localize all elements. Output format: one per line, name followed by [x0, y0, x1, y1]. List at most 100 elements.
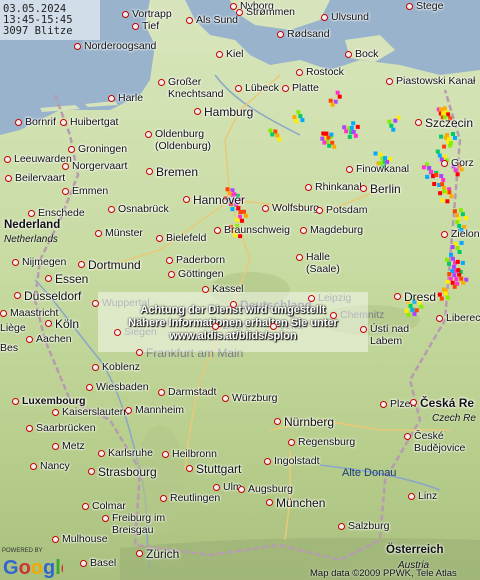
city-dot [183, 196, 190, 203]
city-label-zuerich: Zürich [146, 547, 180, 561]
city-label-czech-re: Czech Re [432, 413, 476, 424]
city-label-augsburg: Augsburg [248, 483, 293, 495]
lightning-strike [439, 174, 444, 178]
city-label-linz: Linz [418, 490, 438, 502]
lightning-strike [404, 308, 409, 313]
city-dot [102, 515, 109, 522]
river-label-alte-donau: Alte Donau [342, 467, 397, 479]
lightning-strike [373, 151, 378, 156]
city-label-rostock: Rostock [306, 66, 344, 78]
lightning-strike [383, 156, 388, 161]
city-dot [122, 11, 129, 18]
lightning-strike [460, 212, 465, 217]
lightning-strike [447, 272, 452, 277]
lightning-strike [445, 279, 450, 284]
city-label-finowkanal: Finowkanal [356, 163, 410, 175]
city-dot [168, 271, 175, 278]
city-label-platte: Platte [292, 82, 319, 94]
lightning-strike [391, 127, 396, 132]
lightning-strike [461, 280, 466, 285]
lightning-strike [324, 131, 329, 136]
city-dot [62, 188, 69, 195]
city-dot [277, 31, 284, 38]
map-copyright[interactable]: Map data ©2009 PPWK, Tele Atlas [310, 568, 457, 579]
city-dot [222, 395, 229, 402]
city-dot [146, 168, 153, 175]
city-label-essen: Essen [55, 272, 89, 286]
lightning-strike [441, 178, 446, 182]
city-label-liberec: Liberec [446, 312, 480, 324]
lightning-strike [355, 124, 360, 129]
city-label-muenster: Münster [105, 227, 143, 239]
lightning-strike [441, 287, 446, 292]
notice-line-3: www.aldis.at/blids/splon [169, 330, 297, 342]
city-dot [236, 9, 243, 16]
lightning-strike [387, 119, 392, 124]
lightning-strike [240, 218, 244, 223]
country-label-nederland: Nederland [4, 219, 61, 231]
city-label-goettingen: Göttingen [178, 268, 224, 280]
city-dot [132, 23, 139, 30]
lightning-strike [421, 165, 426, 170]
google-logo-icon[interactable]: Google [3, 548, 63, 578]
city-dot [52, 443, 59, 450]
lightning-strike [445, 295, 450, 300]
city-label-piastowski: Piastowski Kanał [396, 75, 476, 87]
city-dot [60, 119, 67, 126]
city-dot [212, 323, 219, 330]
city-dot [194, 108, 201, 115]
city-label-tief: Tief [142, 20, 160, 32]
city-label-nancy: Nancy [40, 460, 70, 472]
city-dot [213, 484, 220, 491]
lightning-strike [344, 129, 349, 134]
lightning-strike [455, 220, 460, 224]
city-label-karlsruhe: Karlsruhe [108, 447, 153, 459]
city-dot [408, 493, 415, 500]
city-dot [186, 465, 193, 472]
city-label-nijmegen: Nijmegen [22, 256, 67, 268]
city-dot [78, 261, 85, 268]
lightning-strike [270, 132, 275, 137]
lightning-strike [441, 111, 446, 116]
lightning-strike [332, 144, 337, 149]
city-dot [4, 156, 11, 163]
city-label-bremen: Bremen [156, 165, 199, 179]
city-dot [406, 3, 413, 10]
lightning-strike [437, 292, 442, 297]
city-label-wuerzburg: Würzburg [232, 392, 278, 404]
city-label-groningen: Groningen [78, 143, 128, 155]
city-dot [441, 160, 448, 167]
city-label-berlin: Berlin [370, 182, 401, 196]
city-label-zielona: Zielona [451, 228, 480, 240]
city-dot [92, 300, 99, 307]
city-dot [136, 349, 143, 356]
lightning-strike [452, 209, 457, 214]
city-dot [166, 257, 173, 264]
city-dot [86, 384, 93, 391]
lightning-strike [445, 133, 449, 137]
city-dot [108, 206, 115, 213]
city-dot [436, 315, 443, 322]
lightning-strike [353, 133, 358, 138]
city-label-potsdam: Potsdam [326, 204, 368, 216]
city-dot [338, 523, 345, 530]
city-dot [68, 146, 75, 153]
lightning-strike [450, 280, 455, 285]
city-label-oldenburg: Oldenburg (Oldenburg) [155, 128, 212, 152]
lightning-strike [460, 260, 465, 265]
lightning-strike [456, 268, 461, 273]
lightning-strike [347, 134, 352, 139]
lightning-strike [458, 208, 463, 213]
lightning-strike [429, 169, 434, 174]
lightning-strike [454, 213, 459, 218]
city-label-muenchen: München [276, 496, 326, 510]
city-dot [12, 259, 19, 266]
city-dot [300, 227, 307, 234]
city-label-stroemmen: Strømmen [246, 6, 296, 18]
city-label-braunschweig: Braunschweig [224, 224, 290, 236]
city-dot [136, 550, 143, 557]
lightning-strike [445, 257, 449, 262]
lightning-strike [337, 94, 342, 99]
city-label-stege: Stege [416, 0, 444, 12]
lightning-map[interactable]: Vortrapp Als Sund Nyborg Stege Tief Strø… [0, 0, 480, 580]
